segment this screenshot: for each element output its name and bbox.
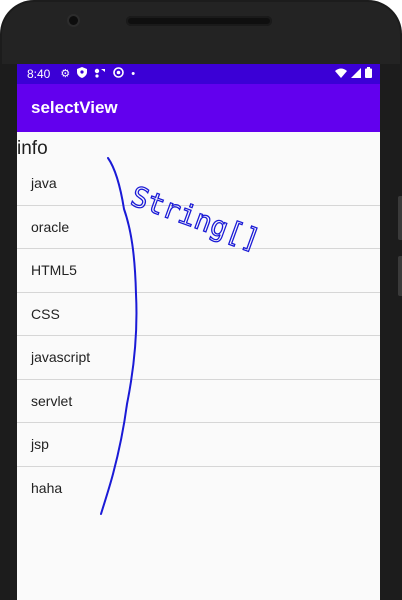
list-item[interactable]: jsp bbox=[17, 423, 380, 467]
status-bar: 8:40 ⚙ • bbox=[17, 64, 380, 84]
dot-icon: • bbox=[131, 67, 136, 80]
phone-top-bezel bbox=[2, 2, 400, 64]
cell-data-icon bbox=[94, 68, 106, 81]
status-time: 8:40 bbox=[27, 67, 51, 81]
list-item[interactable]: HTML5 bbox=[17, 249, 380, 293]
section-title: info bbox=[17, 138, 48, 159]
wifi-icon bbox=[335, 67, 347, 81]
gear-icon: ⚙ bbox=[60, 67, 71, 80]
shield-icon bbox=[77, 67, 88, 81]
front-camera bbox=[69, 16, 78, 25]
screen: 8:40 ⚙ • selectView info java oracle HTM… bbox=[17, 64, 380, 600]
signal-icon bbox=[351, 67, 361, 81]
volume-button[interactable] bbox=[398, 196, 402, 240]
battery-icon bbox=[365, 67, 372, 81]
power-button[interactable] bbox=[398, 256, 402, 296]
app-title: selectView bbox=[31, 98, 118, 117]
status-right-icons bbox=[335, 67, 372, 81]
item-list[interactable]: java oracle HTML5 CSS javascript servlet… bbox=[17, 162, 380, 509]
app-bar: selectView bbox=[17, 84, 380, 132]
list-item[interactable]: servlet bbox=[17, 380, 380, 423]
phone-frame: 8:40 ⚙ • selectView info java oracle HTM… bbox=[0, 0, 402, 600]
list-item[interactable]: oracle bbox=[17, 206, 380, 249]
at-icon bbox=[113, 67, 125, 81]
list-item[interactable]: java bbox=[17, 162, 380, 206]
earpiece-speaker bbox=[126, 16, 272, 26]
list-item[interactable]: CSS bbox=[17, 293, 380, 336]
list-item[interactable]: javascript bbox=[17, 336, 380, 380]
list-item[interactable]: haha bbox=[17, 467, 380, 510]
